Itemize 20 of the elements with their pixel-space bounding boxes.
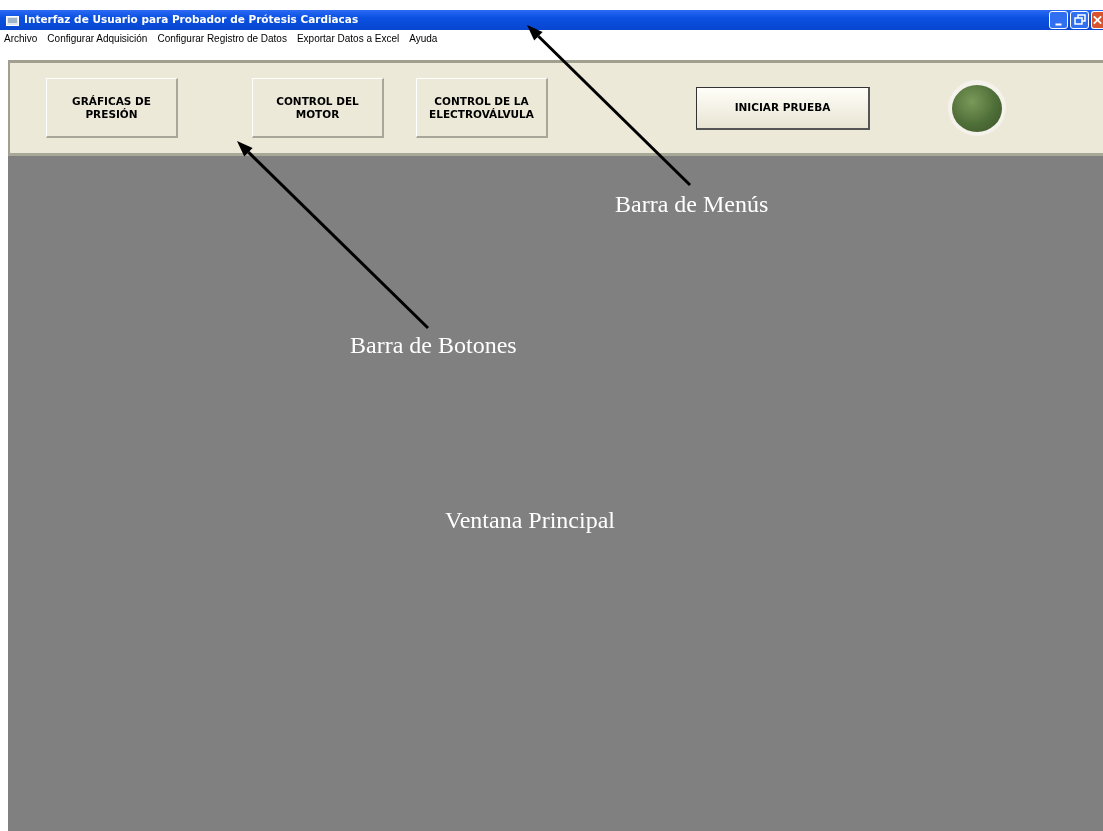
annotation-label: Barra de Menús: [615, 192, 769, 216]
restore-button[interactable]: [1070, 11, 1089, 29]
toolbar-button[interactable]: CONTROL DEL MOTOR: [252, 78, 384, 138]
annotation-label: Ventana Principal: [445, 508, 615, 532]
close-button[interactable]: [1091, 11, 1103, 29]
menu-item[interactable]: Exportar Datos a Excel: [296, 30, 400, 46]
close-icon: [1092, 14, 1103, 26]
minimize-icon: [1055, 22, 1062, 26]
menu-item[interactable]: Configurar Adquisición: [47, 30, 148, 46]
start-button[interactable]: INICIAR PRUEBA: [696, 86, 870, 130]
restore-icon: [1073, 14, 1086, 26]
toolbar-button[interactable]: CONTROL DE LA ELECTROVÁLVULA: [416, 78, 548, 138]
window-title: Interfaz de Usuario para Probador de Prótesis Cardiacas: [24, 12, 359, 28]
menu-item[interactable]: Archivo: [4, 30, 38, 46]
annotation-label: Barra de Botones: [350, 333, 517, 357]
menu-item[interactable]: Configurar Registro de Datos: [157, 30, 287, 46]
minimize-button[interactable]: [1049, 11, 1068, 29]
app-icon: [6, 14, 19, 26]
toolbar-button[interactable]: GRÁFICAS DE PRESIÓN: [46, 78, 178, 138]
menu-item[interactable]: Ayuda: [409, 30, 438, 46]
